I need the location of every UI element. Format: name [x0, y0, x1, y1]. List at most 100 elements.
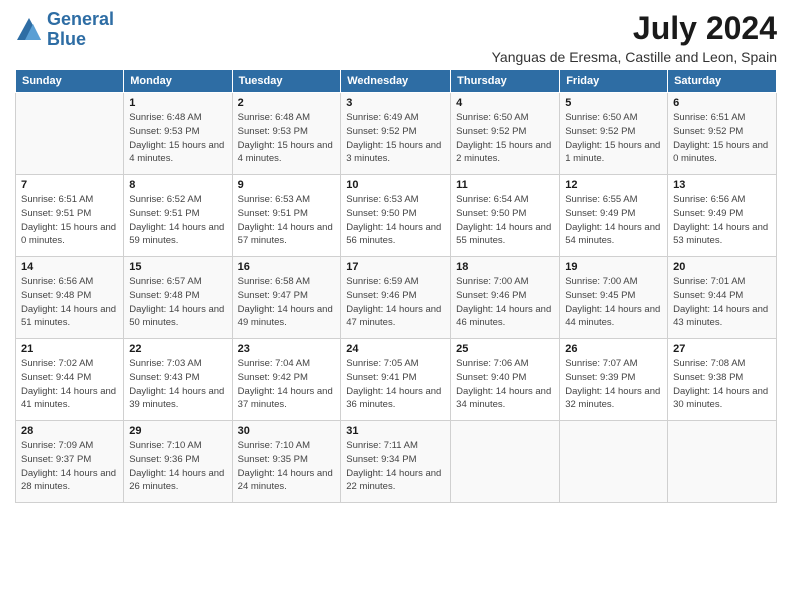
- calendar-cell: [560, 421, 668, 503]
- header-day-thursday: Thursday: [451, 70, 560, 93]
- day-number: 24: [346, 343, 445, 355]
- calendar-cell: 27 Sunrise: 7:08 AMSunset: 9:38 PMDayligh…: [668, 339, 777, 421]
- day-number: 12: [565, 179, 662, 191]
- day-number: 29: [129, 425, 226, 437]
- day-info: Sunrise: 6:50 AMSunset: 9:52 PMDaylight:…: [565, 111, 662, 166]
- day-info: Sunrise: 7:02 AMSunset: 9:44 PMDaylight:…: [21, 357, 118, 412]
- day-number: 9: [238, 179, 336, 191]
- day-number: 13: [673, 179, 771, 191]
- day-info: Sunrise: 7:07 AMSunset: 9:39 PMDaylight:…: [565, 357, 662, 412]
- day-info: Sunrise: 6:53 AMSunset: 9:51 PMDaylight:…: [238, 193, 336, 248]
- day-number: 30: [238, 425, 336, 437]
- calendar-cell: 30 Sunrise: 7:10 AMSunset: 9:35 PMDayligh…: [232, 421, 341, 503]
- day-info: Sunrise: 6:51 AMSunset: 9:52 PMDaylight:…: [673, 111, 771, 166]
- calendar-cell: 31 Sunrise: 7:11 AMSunset: 9:34 PMDayligh…: [341, 421, 451, 503]
- logo-general: General: [47, 9, 114, 29]
- calendar-cell: 23 Sunrise: 7:04 AMSunset: 9:42 PMDayligh…: [232, 339, 341, 421]
- day-number: 1: [129, 97, 226, 109]
- day-info: Sunrise: 6:48 AMSunset: 9:53 PMDaylight:…: [129, 111, 226, 166]
- calendar-cell: 5Sunrise: 6:50 AMSunset: 9:52 PMDaylight…: [560, 93, 668, 175]
- logo: General Blue: [15, 10, 114, 50]
- week-row-1: 1 Sunrise: 6:48 AMSunset: 9:53 PMDaylight…: [16, 93, 777, 175]
- day-info: Sunrise: 7:05 AMSunset: 9:41 PMDaylight:…: [346, 357, 445, 412]
- title-block: July 2024 Yanguas de Eresma, Castille an…: [492, 10, 777, 65]
- day-number: 11: [456, 179, 554, 191]
- day-info: Sunrise: 7:10 AMSunset: 9:36 PMDaylight:…: [129, 439, 226, 494]
- day-number: 19: [565, 261, 662, 273]
- day-info: Sunrise: 6:50 AMSunset: 9:52 PMDaylight:…: [456, 111, 554, 166]
- day-info: Sunrise: 7:08 AMSunset: 9:38 PMDaylight:…: [673, 357, 771, 412]
- calendar-cell: 12 Sunrise: 6:55 AMSunset: 9:49 PMDayligh…: [560, 175, 668, 257]
- day-info: Sunrise: 7:04 AMSunset: 9:42 PMDaylight:…: [238, 357, 336, 412]
- header-row: SundayMondayTuesdayWednesdayThursdayFrid…: [16, 70, 777, 93]
- day-info: Sunrise: 6:48 AMSunset: 9:53 PMDaylight:…: [238, 111, 336, 166]
- day-info: Sunrise: 7:00 AMSunset: 9:45 PMDaylight:…: [565, 275, 662, 330]
- day-info: Sunrise: 7:00 AMSunset: 9:46 PMDaylight:…: [456, 275, 554, 330]
- day-number: 10: [346, 179, 445, 191]
- day-info: Sunrise: 7:11 AMSunset: 9:34 PMDaylight:…: [346, 439, 445, 494]
- calendar-table: SundayMondayTuesdayWednesdayThursdayFrid…: [15, 69, 777, 503]
- logo-blue: Blue: [47, 29, 86, 49]
- header-day-sunday: Sunday: [16, 70, 124, 93]
- day-number: 6: [673, 97, 771, 109]
- day-number: 2: [238, 97, 336, 109]
- calendar-cell: 18 Sunrise: 7:00 AMSunset: 9:46 PMDayligh…: [451, 257, 560, 339]
- day-number: 14: [21, 261, 118, 273]
- day-number: 18: [456, 261, 554, 273]
- day-info: Sunrise: 6:56 AMSunset: 9:49 PMDaylight:…: [673, 193, 771, 248]
- calendar-cell: 2 Sunrise: 6:48 AMSunset: 9:53 PMDaylight…: [232, 93, 341, 175]
- day-info: Sunrise: 6:54 AMSunset: 9:50 PMDaylight:…: [456, 193, 554, 248]
- calendar-cell: 15Sunrise: 6:57 AMSunset: 9:48 PMDayligh…: [124, 257, 232, 339]
- day-info: Sunrise: 6:49 AMSunset: 9:52 PMDaylight:…: [346, 111, 445, 166]
- week-row-3: 14Sunrise: 6:56 AMSunset: 9:48 PMDayligh…: [16, 257, 777, 339]
- week-row-5: 28 Sunrise: 7:09 AMSunset: 9:37 PMDayligh…: [16, 421, 777, 503]
- calendar-cell: 13 Sunrise: 6:56 AMSunset: 9:49 PMDayligh…: [668, 175, 777, 257]
- day-info: Sunrise: 6:59 AMSunset: 9:46 PMDaylight:…: [346, 275, 445, 330]
- calendar-cell: 3 Sunrise: 6:49 AMSunset: 9:52 PMDaylight…: [341, 93, 451, 175]
- day-number: 28: [21, 425, 118, 437]
- day-info: Sunrise: 7:09 AMSunset: 9:37 PMDaylight:…: [21, 439, 118, 494]
- calendar-cell: 8Sunrise: 6:52 AMSunset: 9:51 PMDaylight…: [124, 175, 232, 257]
- day-number: 4: [456, 97, 554, 109]
- day-number: 27: [673, 343, 771, 355]
- calendar-cell: 28 Sunrise: 7:09 AMSunset: 9:37 PMDayligh…: [16, 421, 124, 503]
- day-info: Sunrise: 6:57 AMSunset: 9:48 PMDaylight:…: [129, 275, 226, 330]
- calendar-cell: [16, 93, 124, 175]
- day-number: 26: [565, 343, 662, 355]
- calendar-cell: [451, 421, 560, 503]
- header-day-monday: Monday: [124, 70, 232, 93]
- day-number: 16: [238, 261, 336, 273]
- day-number: 23: [238, 343, 336, 355]
- calendar-cell: 26 Sunrise: 7:07 AMSunset: 9:39 PMDayligh…: [560, 339, 668, 421]
- calendar-cell: 1 Sunrise: 6:48 AMSunset: 9:53 PMDaylight…: [124, 93, 232, 175]
- page: General Blue July 2024 Yanguas de Eresma…: [0, 0, 792, 612]
- calendar-cell: 9 Sunrise: 6:53 AMSunset: 9:51 PMDaylight…: [232, 175, 341, 257]
- calendar-cell: 22Sunrise: 7:03 AMSunset: 9:43 PMDayligh…: [124, 339, 232, 421]
- calendar-cell: 20 Sunrise: 7:01 AMSunset: 9:44 PMDayligh…: [668, 257, 777, 339]
- day-number: 25: [456, 343, 554, 355]
- day-info: Sunrise: 7:06 AMSunset: 9:40 PMDaylight:…: [456, 357, 554, 412]
- day-info: Sunrise: 6:55 AMSunset: 9:49 PMDaylight:…: [565, 193, 662, 248]
- calendar-cell: 16 Sunrise: 6:58 AMSunset: 9:47 PMDayligh…: [232, 257, 341, 339]
- calendar-cell: 17Sunrise: 6:59 AMSunset: 9:46 PMDayligh…: [341, 257, 451, 339]
- day-info: Sunrise: 6:53 AMSunset: 9:50 PMDaylight:…: [346, 193, 445, 248]
- calendar-cell: 10 Sunrise: 6:53 AMSunset: 9:50 PMDayligh…: [341, 175, 451, 257]
- day-number: 8: [129, 179, 226, 191]
- week-row-2: 7Sunrise: 6:51 AMSunset: 9:51 PMDaylight…: [16, 175, 777, 257]
- day-number: 3: [346, 97, 445, 109]
- calendar-cell: 14Sunrise: 6:56 AMSunset: 9:48 PMDayligh…: [16, 257, 124, 339]
- calendar-cell: 24 Sunrise: 7:05 AMSunset: 9:41 PMDayligh…: [341, 339, 451, 421]
- day-info: Sunrise: 7:01 AMSunset: 9:44 PMDaylight:…: [673, 275, 771, 330]
- calendar-cell: 4 Sunrise: 6:50 AMSunset: 9:52 PMDaylight…: [451, 93, 560, 175]
- calendar-cell: 11 Sunrise: 6:54 AMSunset: 9:50 PMDayligh…: [451, 175, 560, 257]
- header-day-tuesday: Tuesday: [232, 70, 341, 93]
- day-number: 20: [673, 261, 771, 273]
- calendar-cell: 25 Sunrise: 7:06 AMSunset: 9:40 PMDayligh…: [451, 339, 560, 421]
- day-number: 22: [129, 343, 226, 355]
- day-number: 31: [346, 425, 445, 437]
- day-info: Sunrise: 6:58 AMSunset: 9:47 PMDaylight:…: [238, 275, 336, 330]
- day-number: 21: [21, 343, 118, 355]
- logo-icon: [15, 16, 43, 44]
- main-title: July 2024: [492, 10, 777, 47]
- day-info: Sunrise: 7:10 AMSunset: 9:35 PMDaylight:…: [238, 439, 336, 494]
